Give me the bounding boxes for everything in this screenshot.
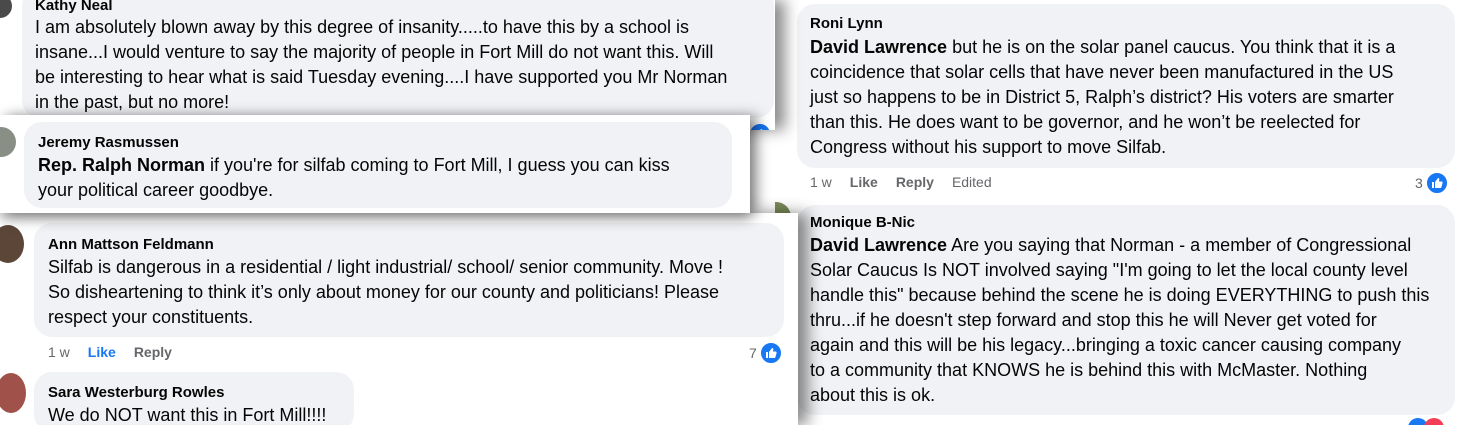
kathy-screenshot: Kathy Neal I am absolutely blown away by… <box>0 0 775 130</box>
comment-line: your political career goodbye. <box>38 180 274 200</box>
reaction-icons-partial[interactable] <box>1408 418 1444 425</box>
like-button[interactable]: Like <box>850 174 878 190</box>
comment-actions: 1 w Like Reply <box>48 344 172 360</box>
comment-line: thru...if he doesn't step forward and st… <box>810 310 1377 330</box>
comment-line: coincidence that solar cells that have n… <box>810 62 1394 82</box>
comment-line: David Lawrence but he is on the solar pa… <box>810 37 1396 57</box>
comment-bubble-kathy: Kathy Neal I am absolutely blown away by… <box>22 0 774 118</box>
mention-tag[interactable]: Rep. Ralph Norman <box>38 155 205 175</box>
comment-bubble-jeremy: Jeremy Rasmussen Rep. Ralph Norman if yo… <box>24 122 732 208</box>
comment-bubble-sara: Sara Westerburg Rowles We do NOT want th… <box>34 372 354 425</box>
love-reaction-icon <box>1424 418 1444 425</box>
reaction-summary[interactable]: 3 <box>1415 171 1449 195</box>
avatar[interactable] <box>0 127 16 157</box>
avatar[interactable] <box>0 373 26 413</box>
like-reaction-icon[interactable] <box>748 122 772 130</box>
reply-button[interactable]: Reply <box>896 174 934 190</box>
reaction-count: 7 <box>749 345 757 361</box>
mention-tag[interactable]: David Lawrence <box>810 37 947 57</box>
comment-line: about this is ok. <box>810 385 936 405</box>
comment-line: Silfab is dangerous in a residential / l… <box>48 257 723 277</box>
comment-author[interactable]: Roni Lynn <box>810 14 1443 33</box>
jeremy-screenshot: Jeremy Rasmussen Rep. Ralph Norman if yo… <box>0 115 750 213</box>
like-button[interactable]: Like <box>88 344 116 360</box>
comment-author[interactable]: Sara Westerburg Rowles <box>48 383 342 402</box>
comment-author[interactable]: Monique B-Nic <box>810 213 1443 232</box>
comment-line: insane...I would venture to say the majo… <box>35 42 714 62</box>
mention-tag[interactable]: David Lawrence <box>810 235 947 255</box>
comment-time[interactable]: 1 w <box>810 174 832 190</box>
comment-bubble-monique: Monique B-Nic David Lawrence Are you say… <box>797 205 1455 415</box>
reaction-count: 3 <box>1415 175 1423 191</box>
comment-line: David Lawrence Are you saying that Norma… <box>810 235 1412 255</box>
comment-line: respect your constituents. <box>48 307 254 327</box>
comment-line: Congress without his support to move Sil… <box>810 137 1167 157</box>
like-reaction-icon <box>758 341 783 365</box>
reply-button[interactable]: Reply <box>134 344 172 360</box>
comment-line: handle this" because behind the scene he… <box>810 285 1430 305</box>
comment-bubble-roni: Roni Lynn David Lawrence but he is on th… <box>797 4 1455 168</box>
comment-time[interactable]: 1 w <box>48 344 70 360</box>
comment-line: I am absolutely blown away by this degre… <box>35 17 690 37</box>
comment-line: We do NOT want this in Fort Mill!!!! <box>48 405 327 425</box>
comment-line: Rep. Ralph Norman if you're for silfab c… <box>38 155 670 175</box>
edited-label: Edited <box>951 174 992 190</box>
avatar[interactable] <box>0 0 12 18</box>
comment-bubble-ann: Ann Mattson Feldmann Silfab is dangerous… <box>34 223 784 337</box>
comment-line: Solar Caucus Is NOT involved saying "I'm… <box>810 260 1408 280</box>
comment-line: So disheartening to think it’s only abou… <box>48 282 720 302</box>
comment-line: again and this will be his legacy...brin… <box>810 335 1401 355</box>
comment-actions: 1 w Like Reply Edited <box>810 174 992 190</box>
comment-author[interactable]: Ann Mattson Feldmann <box>48 235 772 254</box>
avatar[interactable] <box>0 225 24 263</box>
right-screenshot: Roni Lynn David Lawrence but he is on th… <box>775 0 1467 425</box>
ann-sara-screenshot: Ann Mattson Feldmann Silfab is dangerous… <box>0 213 798 425</box>
comment-author[interactable]: Jeremy Rasmussen <box>38 133 720 152</box>
comment-line: than this. He does want to be governor, … <box>810 112 1361 132</box>
comment-line: to a community that KNOWS he is behind t… <box>810 360 1368 380</box>
comment-line: be interesting to hear what is said Tues… <box>35 67 728 87</box>
reaction-summary[interactable]: 7 <box>749 341 783 365</box>
comment-line: just so happens to be in District 5, Ral… <box>810 87 1394 107</box>
like-reaction-icon <box>1424 171 1449 195</box>
comment-line: in the past, but no more! <box>35 92 230 112</box>
comment-author[interactable]: Kathy Neal <box>35 0 762 15</box>
